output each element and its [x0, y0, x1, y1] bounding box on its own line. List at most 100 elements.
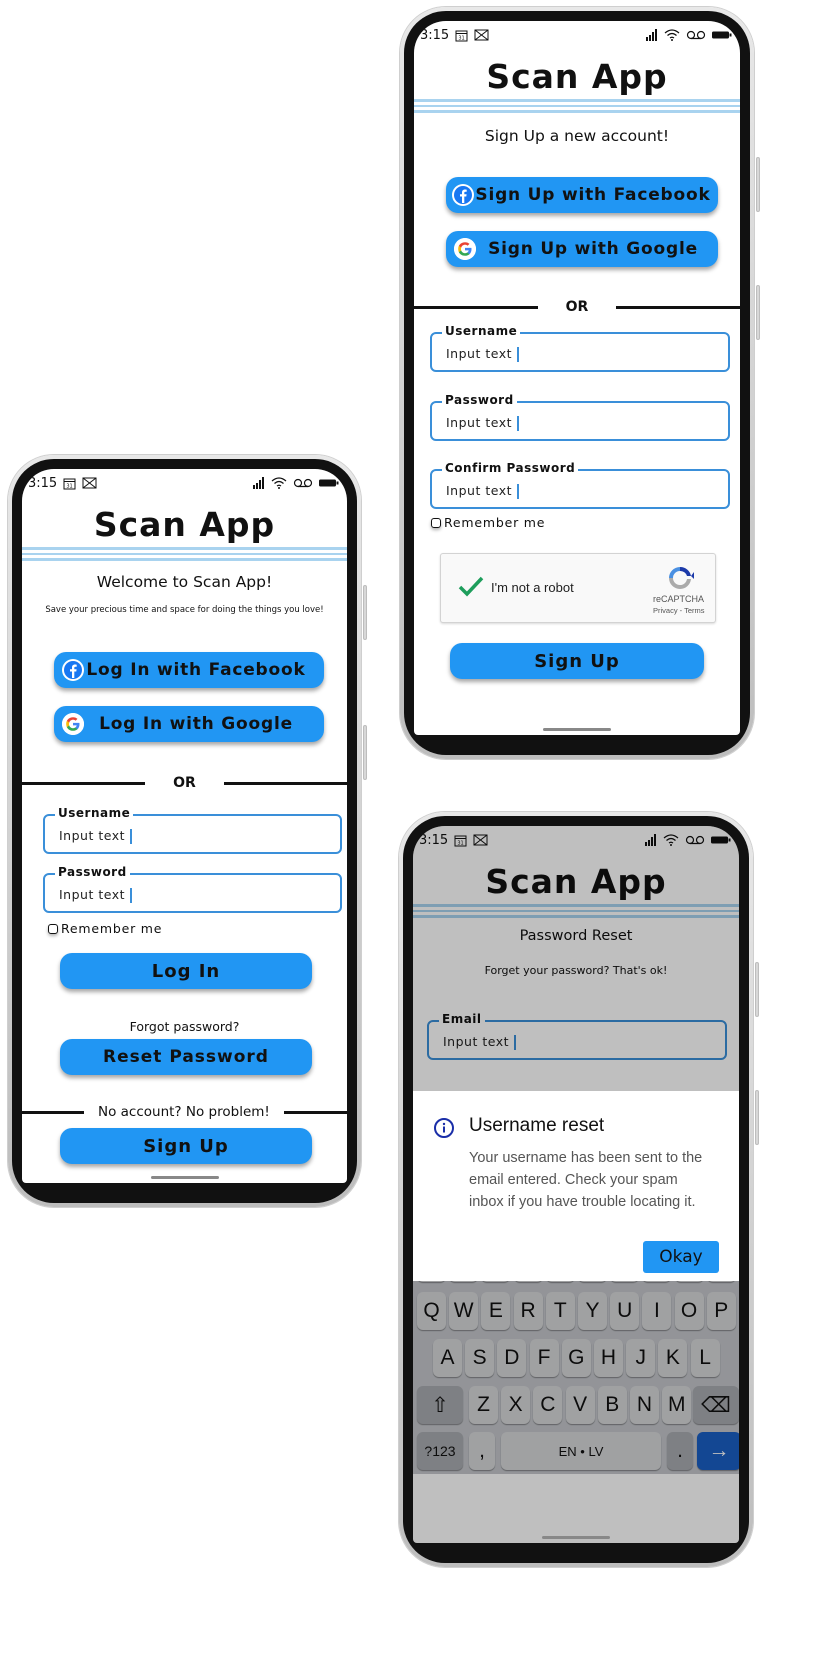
facebook-icon	[452, 184, 474, 206]
facebook-signup-button[interactable]: Sign Up with Facebook	[446, 177, 718, 213]
recaptcha-terms-link[interactable]: Terms	[684, 606, 704, 615]
dialog-title: Username reset	[469, 1115, 605, 1136]
tagline: Save your precious time and space for do…	[45, 605, 324, 615]
letter-key[interactable]: U	[610, 1292, 640, 1330]
facebook-login-label: Log In with Facebook	[86, 660, 306, 680]
letter-key[interactable]: V	[565, 1386, 595, 1424]
phone-side-button	[755, 1090, 759, 1145]
remember-me-checkbox[interactable]	[431, 517, 441, 528]
enter-arrow-icon: →	[708, 1439, 730, 1462]
captcha-checkmark-icon[interactable]	[457, 574, 485, 598]
wifi-icon	[271, 477, 287, 489]
signup-submit-button[interactable]: Sign Up	[450, 643, 704, 679]
or-divider: OR	[414, 299, 740, 315]
username-field[interactable]: Username Input text	[43, 806, 342, 854]
remember-me[interactable]: Remember me	[48, 921, 162, 936]
shift-key[interactable]: ⇧	[417, 1386, 463, 1424]
voicemail-icon	[685, 835, 705, 845]
login-button[interactable]: Log In	[60, 953, 312, 989]
confirm-password-placeholder: Input text	[446, 483, 513, 498]
text-caret	[517, 416, 519, 431]
space-key[interactable]: EN • LV	[501, 1432, 661, 1470]
letter-key[interactable]: Y	[578, 1292, 607, 1330]
text-caret	[130, 829, 132, 844]
backspace-key[interactable]: ⌫	[693, 1386, 739, 1424]
password-field[interactable]: Password Input text	[430, 393, 730, 441]
remember-me[interactable]: Remember me	[431, 515, 545, 530]
google-login-button[interactable]: Log In with Google	[54, 706, 324, 742]
google-signup-button[interactable]: Sign Up with Google	[446, 231, 718, 267]
enter-key[interactable]: →	[697, 1432, 739, 1470]
status-bar: 3:15 31	[414, 21, 740, 49]
letter-key[interactable]: C	[533, 1386, 563, 1424]
phone-side-button	[755, 962, 759, 1017]
recaptcha-logo-icon	[669, 566, 694, 590]
comma-key[interactable]: ,	[469, 1432, 495, 1470]
letter-key[interactable]: H	[594, 1339, 623, 1377]
symbols-key[interactable]: ?123	[417, 1432, 463, 1470]
confirm-password-field[interactable]: Confirm Password Input text	[430, 461, 730, 509]
signup-submit-label: Sign Up	[534, 650, 620, 672]
home-indicator[interactable]	[542, 1536, 610, 1539]
letter-key[interactable]: M	[662, 1386, 692, 1424]
home-indicator[interactable]	[543, 728, 611, 731]
letter-key[interactable]: D	[497, 1339, 527, 1377]
username-reset-dialog: Username reset Your username has been se…	[413, 1091, 739, 1281]
okay-button[interactable]: Okay	[643, 1241, 719, 1273]
battery-icon	[319, 479, 339, 487]
remember-me-checkbox[interactable]	[48, 923, 58, 934]
letter-key[interactable]: I	[642, 1292, 672, 1330]
letter-key[interactable]: O	[674, 1292, 704, 1330]
letter-key[interactable]: B	[597, 1386, 627, 1424]
reset-password-label: Reset Password	[103, 1047, 269, 1067]
letter-key[interactable]: G	[561, 1339, 591, 1377]
home-indicator[interactable]	[150, 1176, 219, 1179]
letter-key[interactable]: R	[513, 1292, 543, 1330]
header-stripes	[413, 904, 739, 918]
letter-key[interactable]: L	[690, 1339, 720, 1377]
google-icon	[62, 713, 84, 735]
password-field[interactable]: Password Input text	[43, 865, 342, 913]
period-key[interactable]: .	[667, 1432, 693, 1470]
phone-side-button	[756, 157, 760, 212]
email-label: Email	[439, 1012, 485, 1026]
phone-side-button	[756, 285, 760, 340]
letter-key[interactable]: S	[465, 1339, 495, 1377]
email-placeholder: Input text	[443, 1034, 510, 1049]
mail-icon	[473, 834, 488, 846]
signup-heading: Sign Up a new account!	[484, 127, 670, 145]
letter-key[interactable]: W	[449, 1292, 479, 1330]
captcha-label: I'm not a robot	[491, 580, 574, 595]
calendar-icon: 31	[455, 30, 468, 41]
letter-key[interactable]: Q	[417, 1292, 446, 1330]
signup-button[interactable]: Sign Up	[60, 1128, 312, 1164]
reset-password-button[interactable]: Reset Password	[60, 1039, 312, 1075]
letter-key[interactable]: X	[501, 1386, 531, 1424]
letter-key[interactable]: P	[706, 1292, 736, 1330]
letter-key[interactable]: A	[433, 1339, 462, 1377]
voicemail-icon	[686, 30, 706, 40]
recaptcha-widget[interactable]: I'm not a robot reCAPTCHA Privacy - Term…	[440, 553, 716, 623]
mail-icon	[474, 29, 489, 41]
letter-key[interactable]: K	[658, 1339, 688, 1377]
status-time: 3:15	[420, 27, 450, 43]
username-placeholder: Input text	[59, 828, 126, 843]
facebook-login-button[interactable]: Log In with Facebook	[54, 652, 324, 688]
letter-key[interactable]: Z	[469, 1386, 498, 1424]
letter-key[interactable]: T	[545, 1292, 575, 1330]
app-title: Scan App	[486, 57, 668, 96]
email-field[interactable]: Email Input text	[427, 1012, 727, 1060]
text-caret	[130, 888, 132, 903]
letter-key[interactable]: E	[481, 1292, 511, 1330]
calendar-icon: 31	[63, 478, 76, 489]
letter-key[interactable]: F	[529, 1339, 559, 1377]
text-caret	[514, 1035, 516, 1050]
letter-key[interactable]: J	[626, 1339, 656, 1377]
recaptcha-privacy-link[interactable]: Privacy	[653, 606, 678, 615]
username-field[interactable]: Username Input text	[430, 324, 730, 372]
recaptcha-links: Privacy - Terms	[653, 606, 705, 615]
phone-side-button	[363, 725, 367, 780]
letter-key[interactable]: N	[630, 1386, 659, 1424]
dialog-body: Your username has been sent to the email…	[469, 1150, 703, 1210]
shift-icon: ⇧	[431, 1393, 449, 1417]
